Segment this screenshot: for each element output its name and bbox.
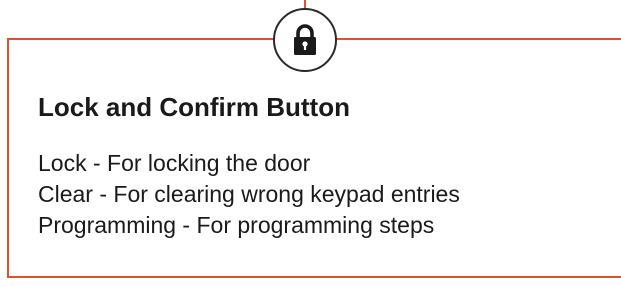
function-clear: Clear - For clearing wrong keypad entrie…	[38, 181, 460, 207]
function-programming: Programming - For programming steps	[38, 212, 435, 238]
function-lock: Lock - For locking the door	[38, 150, 311, 176]
callout-title: Lock and Confirm Button	[38, 92, 350, 122]
lock-icon	[294, 24, 316, 55]
lock-badge	[273, 8, 337, 72]
function-list: Lock - For locking the door Clear - For …	[38, 148, 460, 241]
connector-line	[304, 0, 306, 8]
